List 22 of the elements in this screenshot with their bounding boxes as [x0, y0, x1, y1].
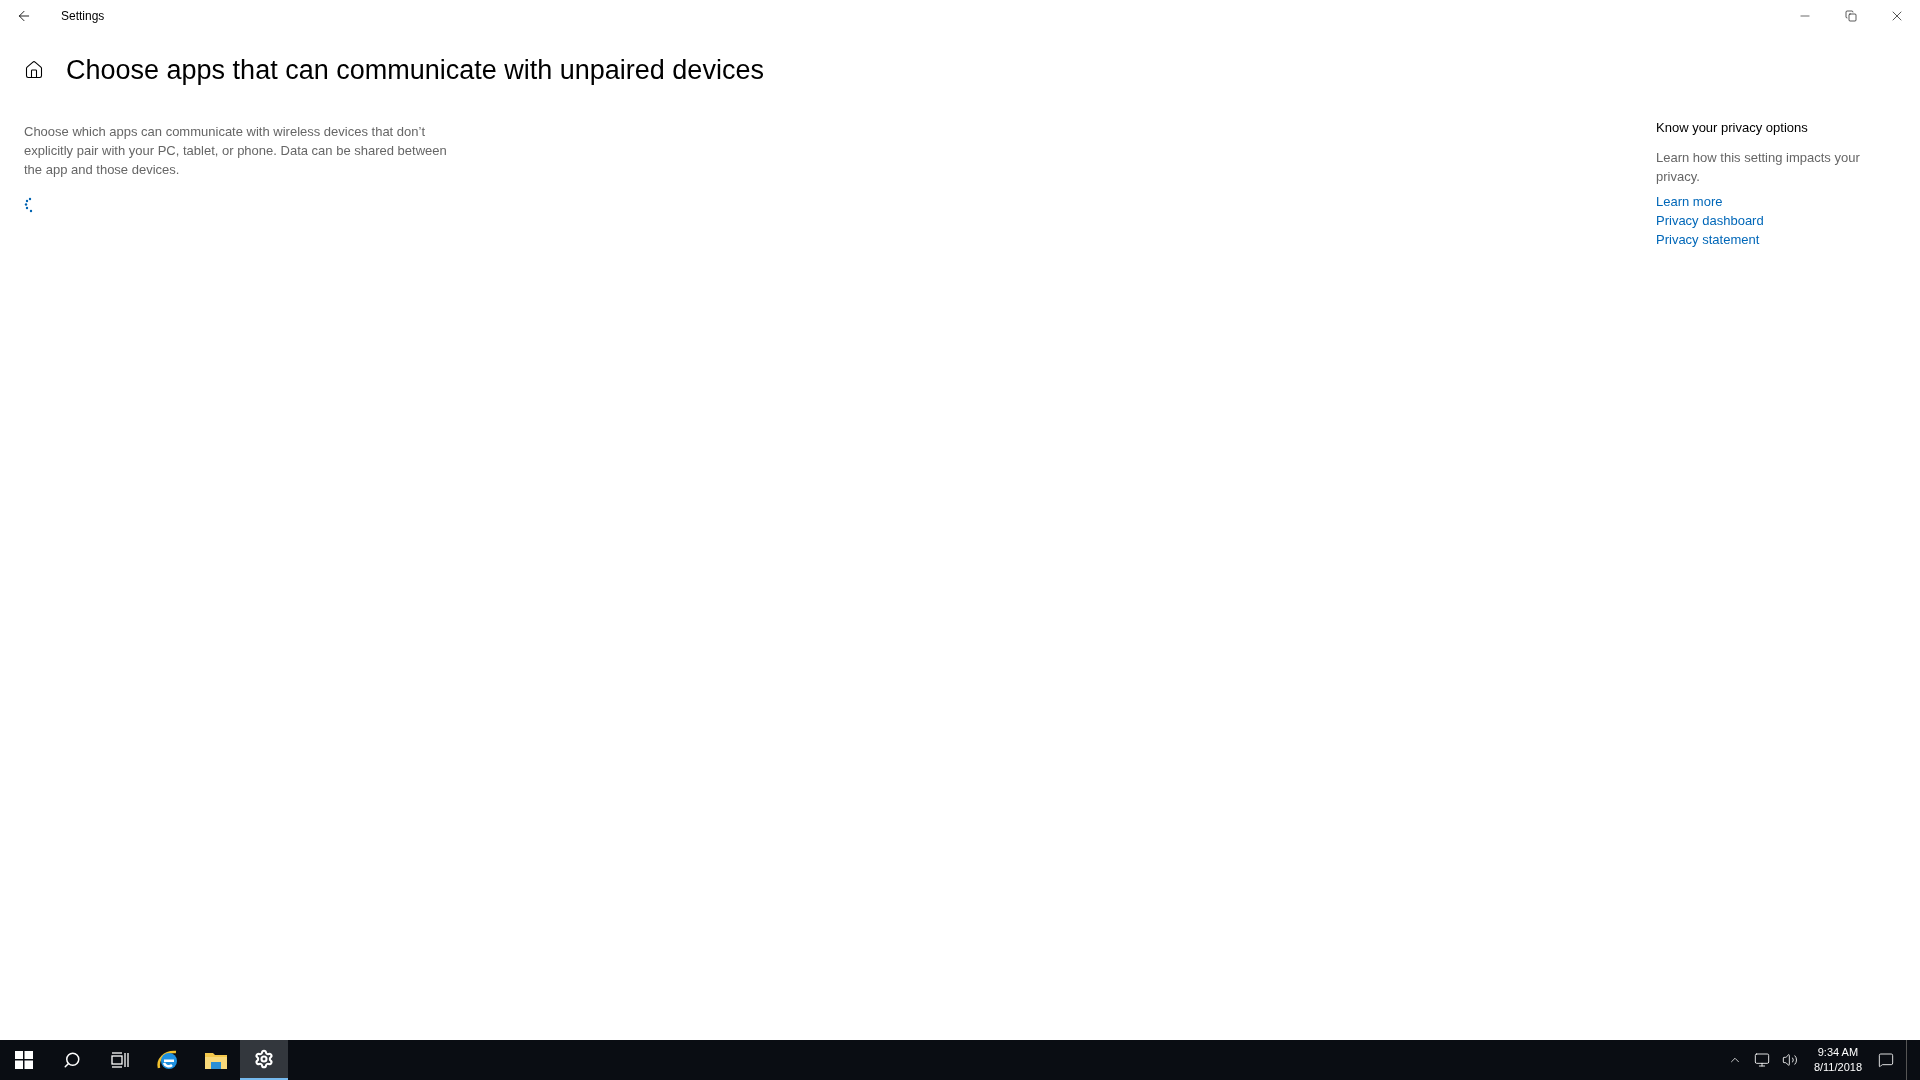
restore-icon: [1845, 10, 1857, 22]
privacy-link[interactable]: Privacy statement: [1656, 229, 1760, 249]
window-title: Settings: [61, 8, 105, 25]
folder-icon: [205, 1051, 227, 1069]
privacy-link[interactable]: Privacy dashboard: [1656, 210, 1764, 230]
page-description: Choose which apps can communicate with wireless devices that don’t explicitly pair with your PC, tablet, or phone. Data can be shared between the app and those devices.: [24, 123, 448, 179]
privacy-panel-text: Learn how this setting impacts your privacy.: [1656, 148, 1861, 186]
notification-icon[interactable]: [1878, 1052, 1894, 1068]
home-icon[interactable]: [24, 60, 44, 80]
speaker-icon[interactable]: [1781, 1052, 1798, 1068]
privacy-panel-title: Know your privacy options: [1656, 119, 1809, 137]
windows-logo-icon: [15, 1051, 33, 1069]
gear-icon: [254, 1049, 274, 1069]
privacy-link[interactable]: Learn more: [1656, 191, 1723, 211]
browser-e-icon: [156, 1048, 180, 1072]
task-view-icon: [111, 1052, 129, 1068]
taskbar-button[interactable]: [240, 1040, 288, 1080]
page-heading: Choose apps that can communicate with unpaired devices: [66, 53, 764, 87]
back-arrow-icon: [16, 8, 32, 24]
network-icon[interactable]: [1753, 1052, 1770, 1068]
search-icon: [63, 1051, 81, 1069]
clock[interactable]: 9:34 AM 8/11/2018: [1809, 1045, 1866, 1075]
